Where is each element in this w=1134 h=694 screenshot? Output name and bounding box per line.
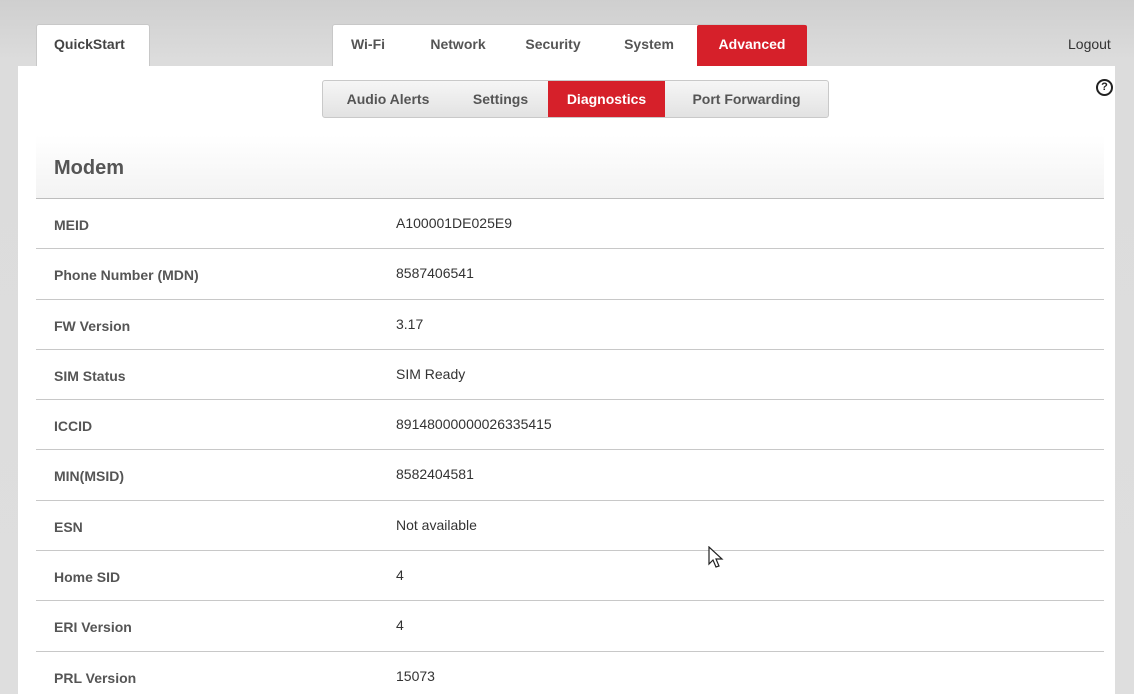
row-label: PRL Version: [54, 669, 137, 686]
table-row: ESN Not available: [36, 501, 1104, 552]
table-row: Home SID 4: [36, 551, 1104, 602]
modem-info-table: MEID A100001DE025E9 Phone Number (MDN) 8…: [36, 199, 1104, 694]
row-label: ERI Version: [54, 619, 132, 636]
subtab-diagnostics[interactable]: Diagnostics: [548, 81, 665, 117]
row-value: Not available: [396, 516, 477, 533]
row-value: 8587406541: [396, 265, 474, 282]
tab-quickstart[interactable]: QuickStart: [36, 24, 150, 66]
tab-system[interactable]: System: [609, 25, 689, 66]
table-row: ICCID 89148000000026335415: [36, 400, 1104, 451]
table-row: SIM Status SIM Ready: [36, 350, 1104, 401]
row-label: Home SID: [54, 569, 121, 586]
row-value: 89148000000026335415: [396, 416, 552, 433]
top-navigation: QuickStart Wi-Fi Network Security System…: [0, 0, 1134, 66]
row-value: 4: [396, 617, 404, 634]
subtab-settings[interactable]: Settings: [453, 81, 548, 117]
tab-security[interactable]: Security: [509, 25, 597, 66]
row-label: MIN(MSID): [54, 468, 124, 485]
row-value: 4: [396, 567, 404, 584]
table-row: PRL Version 15073: [36, 652, 1104, 694]
help-icon[interactable]: ?: [1096, 79, 1113, 96]
tab-wifi[interactable]: Wi-Fi: [333, 25, 403, 66]
sub-tab-bar: Audio Alerts Settings Diagnostics Port F…: [322, 80, 829, 118]
section-title: Modem: [54, 157, 124, 179]
row-value: SIM Ready: [396, 365, 466, 382]
content-panel: ? Audio Alerts Settings Diagnostics Port…: [18, 66, 1115, 694]
row-label: SIM Status: [54, 367, 126, 384]
row-value: A100001DE025E9: [396, 215, 512, 231]
mouse-pointer-icon: [708, 546, 724, 568]
modem-section-header: Modem: [36, 135, 1104, 199]
row-value: 15073: [396, 667, 435, 684]
row-label: ESN: [54, 518, 83, 535]
page-background: QuickStart Wi-Fi Network Security System…: [0, 0, 1134, 694]
row-value: 8582404581: [396, 466, 474, 483]
tab-network[interactable]: Network: [410, 25, 506, 66]
row-label: Phone Number (MDN): [54, 267, 199, 284]
row-label: FW Version: [54, 317, 131, 334]
subtab-port-forwarding[interactable]: Port Forwarding: [665, 81, 828, 117]
table-row: FW Version 3.17: [36, 300, 1104, 350]
tab-advanced[interactable]: Advanced: [697, 25, 807, 66]
table-row: MEID A100001DE025E9: [36, 199, 1104, 250]
logout-link[interactable]: Logout: [1068, 36, 1111, 52]
row-label: ICCID: [54, 418, 93, 435]
subtab-audio-alerts[interactable]: Audio Alerts: [323, 81, 453, 117]
main-tab-bar: Wi-Fi Network Security System Advanced: [332, 24, 807, 66]
table-row: ERI Version 4: [36, 601, 1104, 652]
table-row: Phone Number (MDN) 8587406541: [36, 249, 1104, 300]
table-row: MIN(MSID) 8582404581: [36, 450, 1104, 501]
row-label: MEID: [54, 217, 89, 233]
row-value: 3.17: [396, 315, 424, 332]
